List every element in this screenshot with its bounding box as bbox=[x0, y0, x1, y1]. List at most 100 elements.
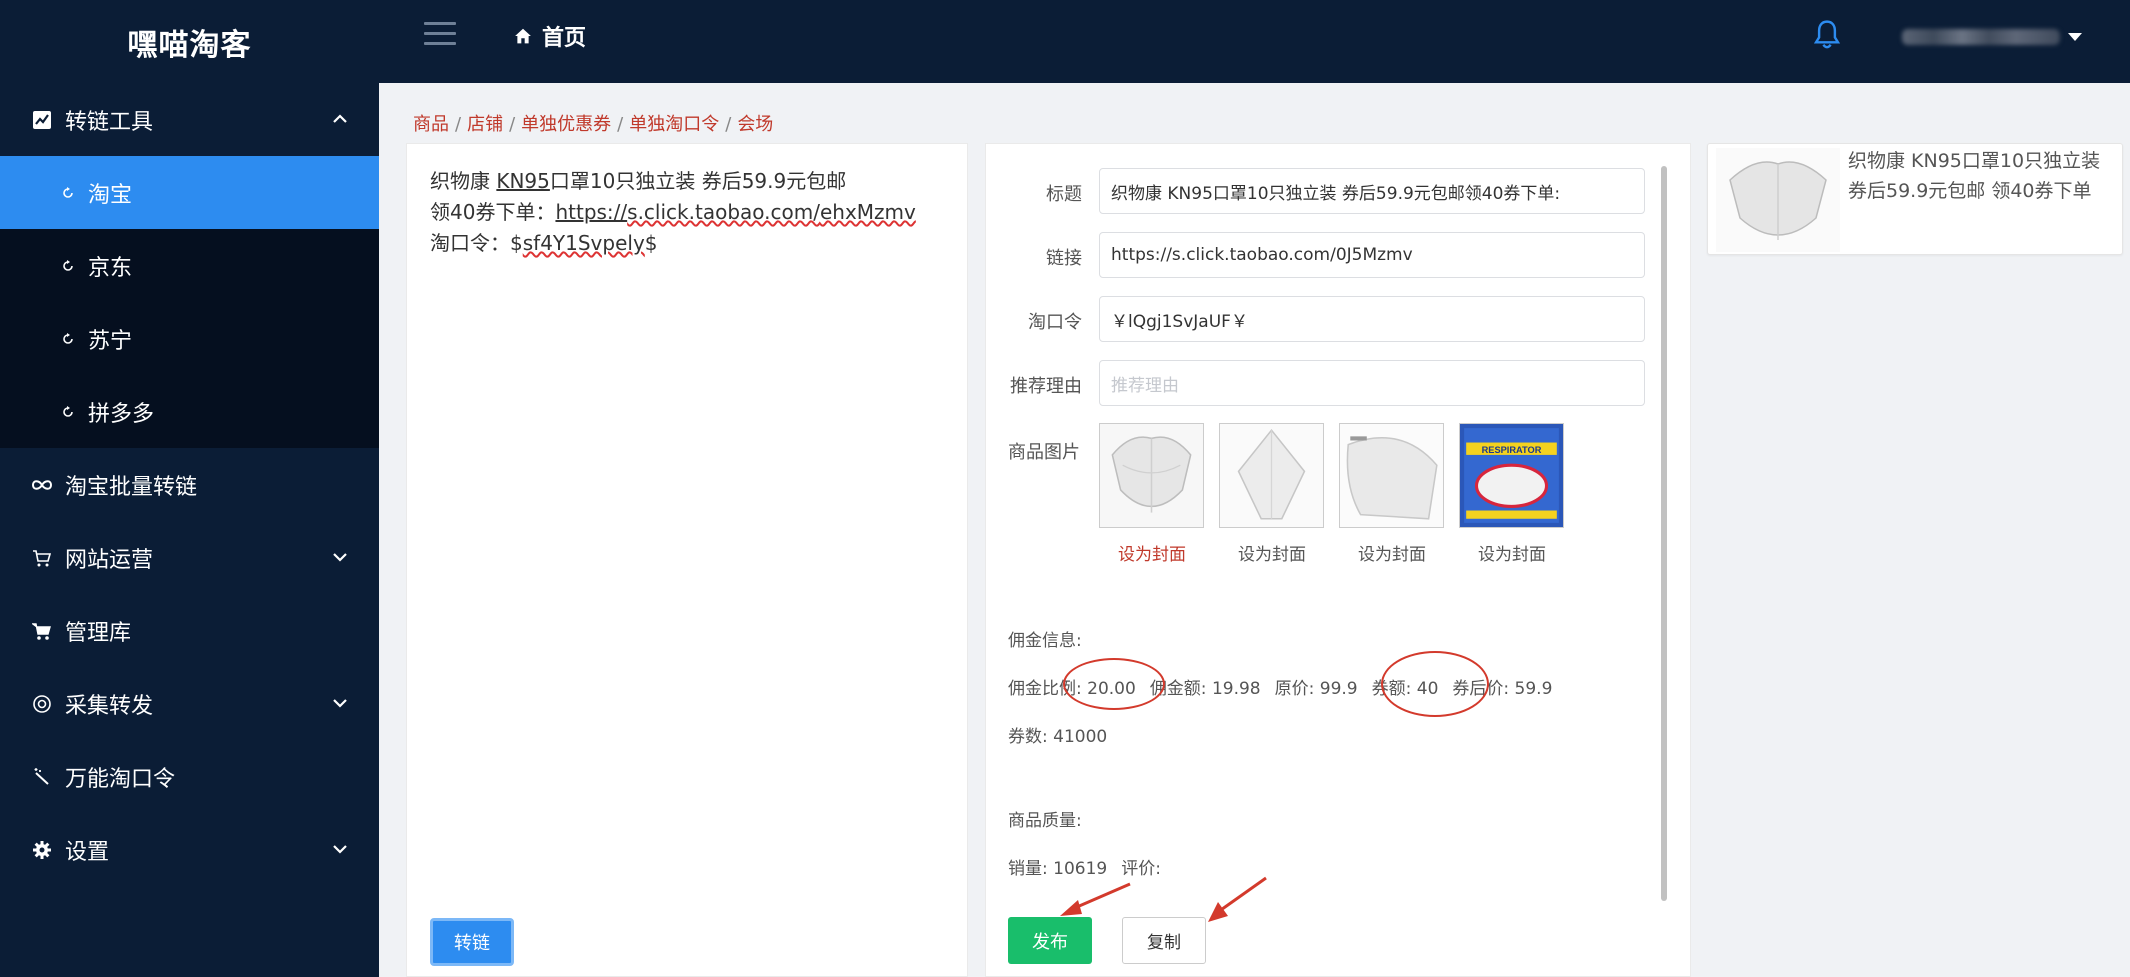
home-icon bbox=[515, 28, 531, 44]
chevron-up-icon bbox=[333, 114, 347, 123]
source-text: 织物康 bbox=[430, 169, 497, 193]
after-price-value: 59.9 bbox=[1514, 679, 1553, 699]
reason-input[interactable]: 推荐理由 bbox=[1099, 360, 1645, 406]
preview-title: 织物康 KN95口罩10只独立装 券后59.9元包邮 领40券下单 bbox=[1848, 150, 2101, 202]
breadcrumb-goods[interactable]: 商品 bbox=[413, 114, 449, 135]
sidebar-item-label: 设置 bbox=[65, 839, 110, 865]
source-code: sf4Y1Svpely bbox=[522, 231, 645, 255]
set-cover-button-1[interactable]: 设为封面 bbox=[1092, 540, 1212, 565]
title-label: 标题 bbox=[1046, 184, 1082, 205]
amount-value: 19.98 bbox=[1211, 679, 1261, 699]
breadcrumb: 商品 / 店铺 / 单独优惠券 / 单独淘口令 / 会场 bbox=[413, 114, 774, 135]
publish-button[interactable]: 发布 bbox=[1008, 917, 1092, 964]
copy-button[interactable]: 复制 bbox=[1122, 917, 1206, 964]
set-cover-button-3[interactable]: 设为封面 bbox=[1332, 540, 1452, 565]
sidebar-item-collect-forward[interactable]: 采集转发 bbox=[0, 667, 379, 740]
refresh-icon bbox=[63, 332, 73, 344]
sidebar-item-label: 转链工具 bbox=[65, 109, 154, 135]
price-label: 原价: bbox=[1274, 679, 1315, 699]
menu-icon[interactable] bbox=[424, 22, 456, 48]
sidebar-item-label: 采集转发 bbox=[65, 693, 154, 719]
reason-row: 推荐理由 推荐理由 bbox=[986, 360, 1646, 406]
link-label: 链接 bbox=[1046, 248, 1082, 269]
app-brand: 嘿喵淘客 bbox=[127, 27, 252, 63]
product-image-4[interactable]: RESPIRATOR bbox=[1459, 423, 1564, 528]
breadcrumb-venue[interactable]: 会场 bbox=[737, 114, 773, 135]
sales-value: 10619 bbox=[1053, 859, 1108, 879]
images-label: 商品图片 bbox=[1008, 442, 1080, 463]
refresh-icon bbox=[63, 259, 73, 271]
scrollbar[interactable] bbox=[1661, 166, 1667, 901]
title-input[interactable]: 织物康 KN95口罩10只独立装 券后59.9元包邮领40券下单: bbox=[1099, 168, 1645, 214]
product-image-1[interactable] bbox=[1099, 423, 1204, 528]
source-link: s.click.taobao.com/ bbox=[627, 200, 820, 224]
quality-details: 销量: 10619 评价: bbox=[1008, 854, 1175, 879]
sidebar-item-label: 淘宝批量转链 bbox=[65, 474, 198, 500]
link-row: 链接 https://s.click.taobao.com/0J5Mzmv bbox=[986, 232, 1646, 278]
breadcrumb-taokouling[interactable]: 单独淘口令 bbox=[629, 114, 719, 135]
set-cover-button-4[interactable]: 设为封面 bbox=[1452, 540, 1572, 565]
sidebar-item-label: 管理库 bbox=[65, 620, 132, 646]
code-label: 淘口令 bbox=[1028, 312, 1082, 333]
sidebar-item-batch-convert[interactable]: 淘宝批量转链 bbox=[0, 448, 379, 521]
breadcrumb-coupon[interactable]: 单独优惠券 bbox=[521, 114, 611, 135]
coupon-count: 券数: 41000 bbox=[1008, 722, 1107, 747]
source-link: https:// bbox=[555, 200, 628, 224]
code-input[interactable]: ￥lQgj1SvJaUF￥ bbox=[1099, 296, 1645, 342]
sidebar-item-taobao[interactable]: 淘宝 bbox=[0, 156, 379, 229]
source-panel: 织物康 KN95口罩10只独立装 券后59.9元包邮 领40券下单：https:… bbox=[406, 143, 968, 977]
sidebar-item-pinduoduo[interactable]: 拼多多 bbox=[0, 375, 379, 448]
chevron-down-icon bbox=[333, 553, 347, 562]
price-value: 99.9 bbox=[1319, 679, 1358, 699]
user-menu[interactable] bbox=[1902, 22, 2088, 52]
target-icon bbox=[31, 693, 53, 715]
sidebar-item-library[interactable]: 管理库 bbox=[0, 594, 379, 667]
coupon-count-value: 41000 bbox=[1053, 727, 1108, 747]
reason-label: 推荐理由 bbox=[1010, 376, 1082, 397]
sidebar-item-convert-tools[interactable]: 转链工具 bbox=[0, 83, 379, 156]
product-image-2[interactable] bbox=[1219, 423, 1324, 528]
cart-outline-icon bbox=[31, 547, 53, 569]
home-label: 首页 bbox=[542, 26, 587, 51]
sidebar-item-settings[interactable]: 设置 bbox=[0, 813, 379, 886]
source-textarea[interactable]: 织物康 KN95口罩10只独立装 券后59.9元包邮 领40券下单：https:… bbox=[430, 166, 950, 259]
coupon-count-label: 券数: bbox=[1008, 727, 1048, 747]
source-link: ehxMzmv bbox=[819, 200, 916, 224]
respirator-text: RESPIRATOR bbox=[1482, 445, 1542, 455]
sidebar-item-jd[interactable]: 京东 bbox=[0, 229, 379, 302]
home-link[interactable]: 首页 bbox=[514, 19, 586, 53]
sidebar-item-label: 淘宝 bbox=[88, 182, 133, 208]
preview-image bbox=[1716, 148, 1840, 252]
product-image-3[interactable] bbox=[1339, 423, 1444, 528]
annotation-arrow bbox=[1208, 876, 1267, 922]
sidebar-item-site-ops[interactable]: 网站运营 bbox=[0, 521, 379, 594]
infinity-icon bbox=[31, 474, 53, 496]
code-row: 淘口令 ￥lQgj1SvJaUF￥ bbox=[986, 296, 1646, 342]
sales-label: 销量: bbox=[1008, 859, 1048, 879]
preview-card[interactable]: 织物康 KN95口罩10只独立装 券后59.9元包邮 领40券下单 bbox=[1707, 143, 2123, 255]
gear-icon bbox=[31, 839, 53, 861]
sidebar-item-label: 万能淘口令 bbox=[65, 766, 176, 792]
convert-button[interactable]: 转链 bbox=[430, 918, 514, 966]
top-bar: 嘿喵淘客 首页 bbox=[0, 0, 2130, 83]
cart-icon bbox=[31, 620, 53, 642]
sidebar-item-label: 苏宁 bbox=[88, 328, 133, 354]
breadcrumb-shop[interactable]: 店铺 bbox=[467, 114, 503, 135]
source-text: 淘口令：$ bbox=[430, 231, 523, 255]
set-cover-button-2[interactable]: 设为封面 bbox=[1212, 540, 1332, 565]
sidebar: 转链工具 淘宝 京东 苏宁 拼多多 淘宝批量转链 网站运营 管理库 采集转发 万… bbox=[0, 83, 379, 977]
source-text: $ bbox=[644, 231, 658, 255]
chevron-down-icon bbox=[333, 699, 347, 708]
sidebar-item-label: 网站运营 bbox=[65, 547, 154, 573]
sidebar-item-suning[interactable]: 苏宁 bbox=[0, 302, 379, 375]
sidebar-item-label: 拼多多 bbox=[88, 401, 155, 427]
sidebar-item-universal-code[interactable]: 万能淘口令 bbox=[0, 740, 379, 813]
bell-icon[interactable] bbox=[1812, 18, 1842, 52]
source-text: 口罩10只独立装 券后59.9元包邮 bbox=[549, 169, 847, 193]
annotation-circle bbox=[1381, 651, 1489, 717]
chevron-down-icon bbox=[333, 845, 347, 854]
commission-heading: 佣金信息: bbox=[1008, 631, 1082, 651]
source-text: 领40券下单： bbox=[430, 200, 556, 224]
quality-heading: 商品质量: bbox=[1008, 811, 1082, 831]
link-input[interactable]: https://s.click.taobao.com/0J5Mzmv bbox=[1099, 232, 1645, 278]
